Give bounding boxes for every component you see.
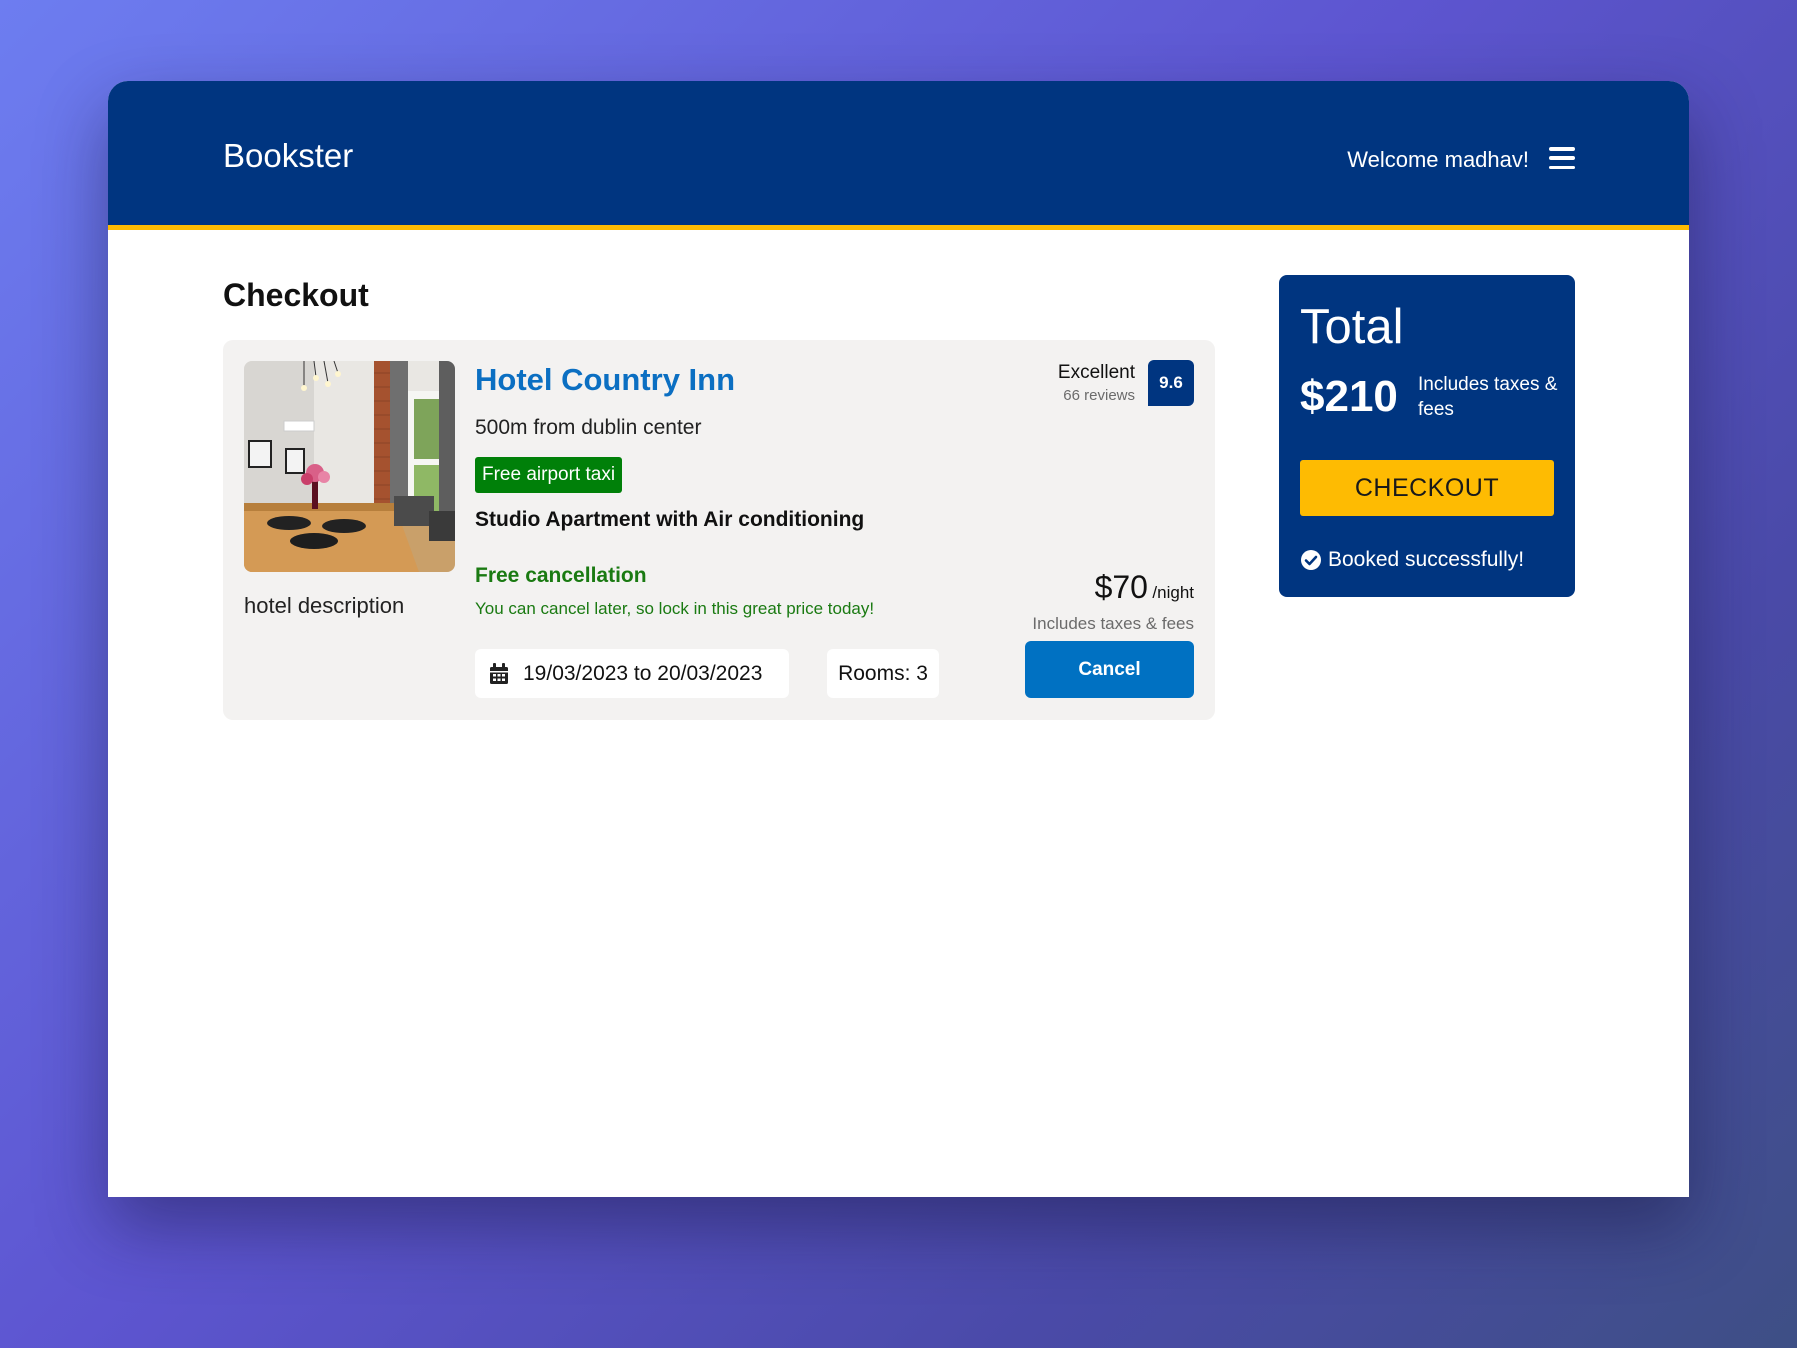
hotel-distance: 500m from dublin center [475, 416, 702, 439]
booking-status-text: Booked successfully! [1328, 548, 1525, 571]
rating-word: Excellent [1057, 362, 1135, 383]
free-cancellation-label: Free cancellation [475, 564, 647, 587]
date-range: 19/03/2023 to 20/03/2023 [475, 649, 789, 698]
room-type: Studio Apartment with Air conditioning [475, 508, 865, 531]
check-circle-icon [1301, 550, 1321, 570]
review-count: 66 reviews [1063, 387, 1135, 404]
rating-summary: Excellent 66 reviews [1058, 362, 1135, 404]
total-title: Total [1300, 300, 1404, 354]
checkout-button[interactable]: CHECKOUT [1300, 460, 1554, 516]
airport-taxi-badge: Free airport taxi [475, 457, 623, 493]
date-range-text: 19/03/2023 to 20/03/2023 [523, 661, 763, 685]
page-title: Checkout [223, 277, 369, 313]
calendar-icon [490, 662, 508, 684]
cancel-booking-button[interactable]: Cancel [1025, 641, 1194, 698]
price-tax-note: Includes taxes & fees [1032, 614, 1194, 633]
welcome-message: Welcome madhav! [1347, 147, 1529, 172]
booking-status: Booked successfully! [1300, 548, 1524, 572]
price-unit: /night [1152, 583, 1194, 602]
total-summary-card: Total $210 Includes taxes & fees CHECKOU… [1279, 275, 1575, 597]
rating-score-badge: 9.6 [1148, 360, 1194, 406]
nightly-price: $70 /night [1095, 569, 1194, 606]
hamburger-menu-icon[interactable] [1549, 147, 1575, 169]
total-tax-note: Includes taxes & fees [1418, 374, 1558, 420]
cancellation-note: You can cancel later, so lock in this gr… [475, 599, 875, 618]
hotel-description: hotel description [244, 593, 405, 618]
rooms-count: Rooms: 3 [827, 649, 939, 698]
price-amount: $70 [1094, 569, 1148, 605]
browser-window: Bookster Welcome madhav! Checkout hotel … [108, 81, 1689, 1197]
brand-logo[interactable]: Bookster [223, 137, 353, 175]
hotel-image [244, 361, 455, 572]
booking-card: hotel description Hotel Country Inn 500m… [223, 340, 1215, 720]
top-navbar: Bookster Welcome madhav! [108, 81, 1689, 230]
hotel-name-link[interactable]: Hotel Country Inn [475, 362, 735, 398]
total-amount: $210 [1300, 372, 1398, 421]
